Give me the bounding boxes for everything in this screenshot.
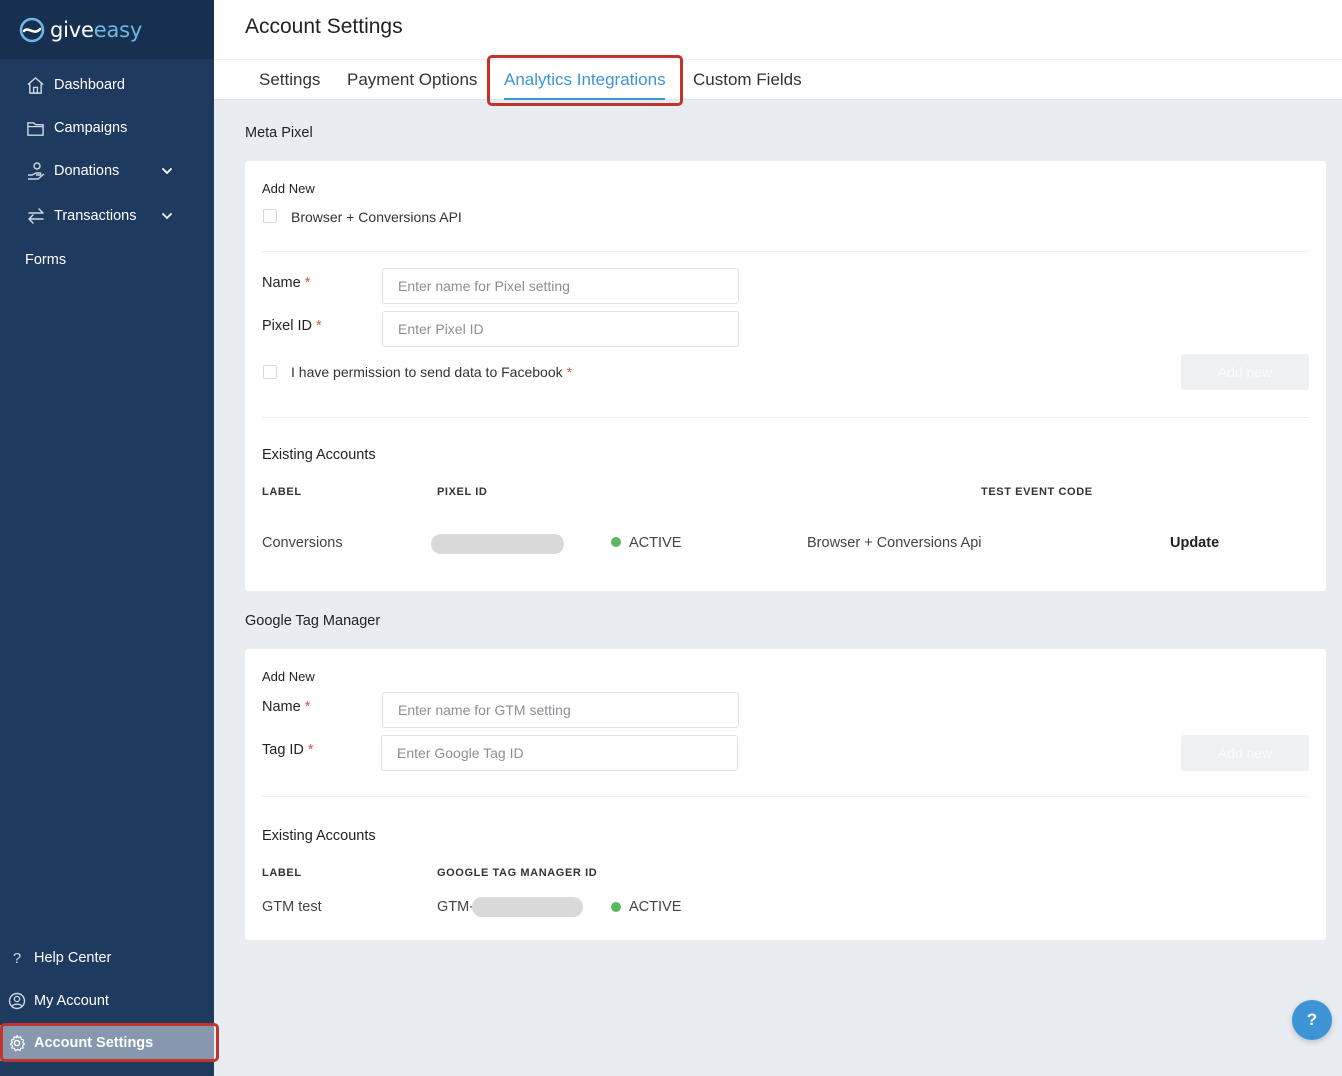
gtm-name-input[interactable] bbox=[382, 692, 739, 728]
help-chat-button[interactable]: ? bbox=[1292, 1000, 1332, 1040]
question-icon: ? bbox=[12, 949, 22, 967]
column-header-label: LABEL bbox=[262, 486, 302, 498]
logo[interactable]: giveeasy bbox=[0, 0, 214, 59]
sidebar-item-campaigns[interactable]: Campaigns bbox=[0, 110, 214, 146]
header: Account Settings Settings Payment Option… bbox=[214, 0, 1342, 100]
tag-id-label: Tag ID * bbox=[262, 742, 314, 758]
sidebar-item-forms[interactable]: Forms bbox=[0, 242, 214, 278]
donation-hand-icon bbox=[25, 161, 46, 182]
user-circle-icon bbox=[7, 991, 27, 1011]
gtm-id-prefix: GTM- bbox=[437, 899, 475, 915]
browser-conversions-label: Browser + Conversions API bbox=[291, 209, 462, 225]
folder-icon bbox=[25, 118, 46, 139]
gtm-card: Add New Name* Tag ID* Add new Existing A… bbox=[245, 649, 1326, 940]
add-new-label: Add New bbox=[262, 669, 315, 684]
add-new-pixel-button[interactable]: Add new bbox=[1181, 354, 1309, 390]
sidebar-item-label: Transactions bbox=[54, 208, 137, 224]
sidebar: giveeasy Dashboard Campaigns Donations T… bbox=[0, 0, 214, 1076]
meta-pixel-card: Add New Browser + Conversions API Name * … bbox=[245, 161, 1326, 591]
sidebar-item-help-center[interactable]: ? Help Center bbox=[0, 940, 214, 976]
tab-bar: Settings Payment Options Analytics Integ… bbox=[214, 59, 1342, 100]
row-label: Conversions bbox=[262, 535, 343, 551]
active-tab-indicator bbox=[504, 98, 665, 100]
column-header-label: LABEL bbox=[262, 867, 302, 879]
pixel-id-label: Pixel ID * bbox=[262, 318, 322, 334]
existing-accounts-title: Existing Accounts bbox=[262, 828, 376, 844]
tab-custom-fields[interactable]: Custom Fields bbox=[693, 70, 802, 90]
browser-conversions-checkbox[interactable] bbox=[263, 209, 277, 223]
sidebar-item-label: Forms bbox=[25, 252, 67, 268]
sidebar-item-dashboard[interactable]: Dashboard bbox=[0, 67, 214, 103]
column-header-pixel-id: PIXEL ID bbox=[437, 486, 488, 498]
column-header-test-event-code: TEST EVENT CODE bbox=[981, 486, 1093, 498]
update-link[interactable]: Update bbox=[1170, 535, 1219, 551]
redacted-gtm-id bbox=[472, 897, 583, 917]
column-header-gtm-id: GOOGLE TAG MANAGER ID bbox=[437, 867, 598, 879]
giveeasy-logo-icon bbox=[19, 17, 45, 42]
chevron-down-icon[interactable] bbox=[160, 209, 174, 223]
sidebar-item-label: Account Settings bbox=[34, 1035, 154, 1051]
permission-checkbox[interactable] bbox=[263, 365, 277, 379]
sidebar-item-donations[interactable]: Donations bbox=[0, 153, 214, 189]
section-title-meta-pixel: Meta Pixel bbox=[245, 125, 313, 141]
row-type: Browser + Conversions Api bbox=[807, 535, 982, 551]
transfer-arrows-icon bbox=[25, 206, 46, 227]
name-label: Name * bbox=[262, 275, 311, 291]
redacted-pixel-id bbox=[431, 534, 564, 554]
sidebar-item-label: Help Center bbox=[34, 950, 112, 966]
sidebar-item-label: Dashboard bbox=[54, 77, 125, 93]
existing-accounts-title: Existing Accounts bbox=[262, 447, 376, 463]
sidebar-item-label: Campaigns bbox=[54, 120, 128, 136]
logo-text: giveeasy bbox=[50, 17, 143, 42]
tab-analytics-integrations[interactable]: Analytics Integrations bbox=[504, 70, 666, 90]
sidebar-item-label: Donations bbox=[54, 163, 120, 179]
status-badge: ACTIVE bbox=[629, 535, 682, 551]
page-title: Account Settings bbox=[245, 15, 403, 38]
section-title-google-tag-manager: Google Tag Manager bbox=[245, 613, 381, 629]
name-label: Name * bbox=[262, 699, 311, 715]
sidebar-item-label: My Account bbox=[34, 993, 109, 1009]
gear-icon bbox=[7, 1033, 27, 1053]
add-new-label: Add New bbox=[262, 181, 315, 196]
tab-payment-options[interactable]: Payment Options bbox=[347, 70, 477, 90]
home-icon bbox=[25, 75, 46, 96]
divider bbox=[262, 796, 1309, 797]
status-badge: ACTIVE bbox=[629, 899, 682, 915]
chevron-down-icon[interactable] bbox=[160, 164, 174, 178]
pixel-id-input[interactable] bbox=[382, 311, 739, 347]
permission-label: I have permission to send data to Facebo… bbox=[291, 364, 573, 380]
sidebar-item-transactions[interactable]: Transactions bbox=[0, 198, 214, 234]
divider bbox=[262, 251, 1309, 252]
status-active-dot-icon bbox=[611, 537, 621, 547]
divider bbox=[262, 417, 1309, 418]
tab-settings[interactable]: Settings bbox=[259, 70, 320, 90]
sidebar-item-account-settings[interactable]: Account Settings bbox=[0, 1025, 214, 1061]
row-label: GTM test bbox=[262, 899, 322, 915]
pixel-name-input[interactable] bbox=[382, 268, 739, 304]
status-active-dot-icon bbox=[611, 902, 621, 912]
gtm-tag-id-input[interactable] bbox=[381, 735, 738, 771]
sidebar-item-my-account[interactable]: My Account bbox=[0, 983, 214, 1019]
add-new-gtm-button[interactable]: Add new bbox=[1181, 735, 1309, 771]
